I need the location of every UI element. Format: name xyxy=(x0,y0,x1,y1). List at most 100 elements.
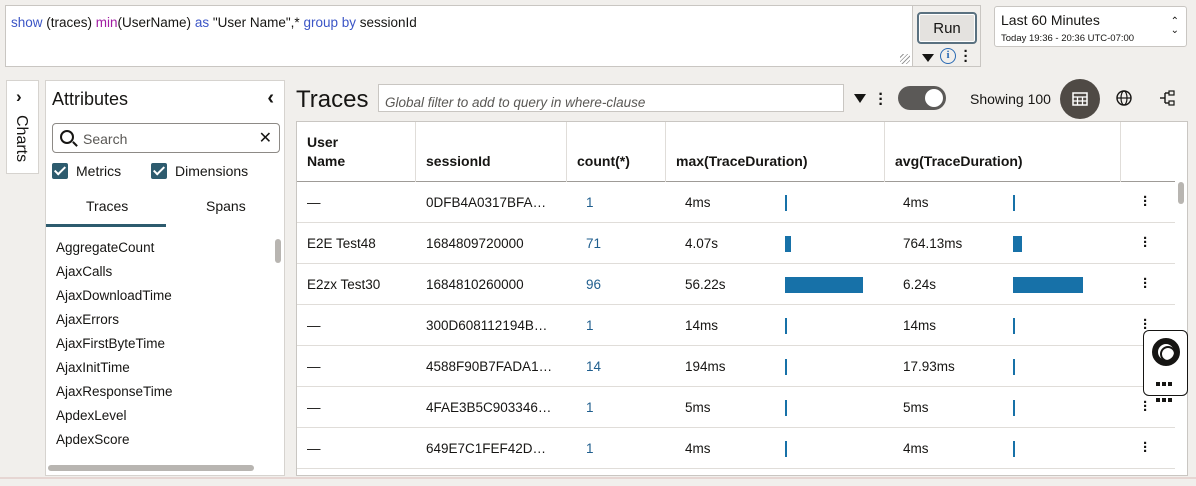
column-header-max-duration[interactable]: max(TraceDuration) xyxy=(666,122,885,182)
column-header-label: max(TraceDuration) xyxy=(676,153,808,169)
charts-side-tab[interactable]: › Charts xyxy=(6,80,39,174)
avg-duration-cell: 17.93ms xyxy=(903,359,955,374)
column-header-session-id[interactable]: sessionId xyxy=(416,122,567,182)
table-row[interactable]: E2E Test48 1684809720000 71 4.07s 764.13ms · ·… xyxy=(297,223,1175,264)
count-link[interactable]: 1 xyxy=(586,195,594,210)
table-row[interactable]: — 649E7C1FEF42D… 1 4ms 4ms · · · xyxy=(297,428,1175,469)
tab-spans[interactable]: Spans xyxy=(206,198,246,214)
page-bottom-border xyxy=(0,477,1196,479)
count-link[interactable]: 96 xyxy=(586,277,601,292)
query-token: group by xyxy=(303,15,356,30)
query-token: sessionId xyxy=(355,15,417,30)
tree-icon[interactable] xyxy=(1159,90,1175,106)
avg-duration-bar xyxy=(1013,195,1015,211)
row-actions-menu-icon[interactable]: ··· xyxy=(1143,313,1148,336)
table-row[interactable]: — 300D608112194B… 1 14ms 14ms · · · xyxy=(297,305,1175,346)
column-header-label: avg(TraceDuration) xyxy=(895,153,1023,169)
count-link[interactable]: 14 xyxy=(586,359,601,374)
count-link[interactable]: 1 xyxy=(586,441,594,456)
attribute-list-item[interactable]: AjaxDownloadTime xyxy=(56,287,173,311)
table-scrollbar[interactable] xyxy=(1178,182,1184,204)
run-more-menu-icon[interactable]: · · · xyxy=(963,44,969,69)
max-duration-cell: 4ms xyxy=(685,195,711,210)
attribute-list-item[interactable]: ApdexLevel xyxy=(56,407,173,431)
column-header-avg-duration[interactable]: avg(TraceDuration) xyxy=(885,122,1121,182)
dimensions-checkbox[interactable]: Dimensions xyxy=(151,163,248,179)
avg-duration-cell: 6.24s xyxy=(903,277,937,292)
attribute-list-scrollbar[interactable] xyxy=(275,239,281,263)
avg-duration-bar xyxy=(1013,236,1022,252)
info-icon[interactable]: i xyxy=(940,48,956,64)
count-link[interactable]: 1 xyxy=(586,318,594,333)
collapse-chevron-left-icon[interactable]: ‹ xyxy=(267,87,274,110)
run-options-dropdown-icon[interactable] xyxy=(922,54,934,62)
attribute-list-item[interactable]: AjaxErrors xyxy=(56,311,173,335)
toggle-switch[interactable] xyxy=(898,86,946,110)
attribute-list-item[interactable]: AjaxFirstByteTime xyxy=(56,335,173,359)
run-button[interactable]: Run xyxy=(917,12,977,44)
table-row[interactable]: — 4FAE3B5C903346… 1 5ms 5ms · · · xyxy=(297,387,1175,428)
attribute-list-item[interactable]: AjaxCalls xyxy=(56,263,173,287)
checkbox-checked-icon[interactable] xyxy=(52,163,68,179)
global-filter-placeholder: Global filter to add to query in where-c… xyxy=(385,95,646,110)
attribute-list-item[interactable]: AggregateCount xyxy=(56,239,173,263)
attribute-search-input[interactable]: Search ✕ xyxy=(52,123,280,153)
max-duration-cell: 4ms xyxy=(685,441,711,456)
avg-duration-cell: 5ms xyxy=(903,400,929,415)
table-row[interactable]: — 0DFB4A0317BFA… 1 4ms 4ms · · · xyxy=(297,182,1175,223)
global-filter-input[interactable]: Global filter to add to query in where-c… xyxy=(378,84,844,112)
column-header-count[interactable]: count(*) xyxy=(567,122,666,182)
max-duration-bar xyxy=(785,359,787,375)
attribute-list-hscrollbar[interactable] xyxy=(48,465,254,471)
attributes-panel: Attributes ‹ Search ✕ Metrics Dimensions… xyxy=(45,80,285,476)
user-name-cell: — xyxy=(307,359,321,374)
traces-table: User Name sessionId count(*) max(TraceDur… xyxy=(296,121,1188,476)
max-duration-cell: 56.22s xyxy=(685,277,726,292)
avg-duration-bar xyxy=(1013,359,1015,375)
query-token: (UserName) xyxy=(117,15,195,30)
attribute-list-item[interactable]: AjaxInitTime xyxy=(56,359,173,383)
max-duration-bar xyxy=(785,400,787,416)
attribute-list-item[interactable]: AjaxResponseTime xyxy=(56,383,173,407)
globe-icon[interactable] xyxy=(1116,90,1132,106)
session-id-cell: 4588F90B7FADA1… xyxy=(426,359,553,374)
query-text[interactable]: show (traces) min(UserName) as "User Nam… xyxy=(11,15,417,30)
query-editor[interactable]: show (traces) min(UserName) as "User Nam… xyxy=(5,5,913,67)
apps-grid-icon[interactable] xyxy=(1156,375,1178,407)
query-token: min xyxy=(95,15,118,30)
time-range-selector[interactable]: Last 60 Minutes Today 19:36 - 20:36 UTC-… xyxy=(994,6,1187,47)
table-row[interactable]: —4588F90B7FADA1…14194ms17.93ms··· xyxy=(297,346,1175,387)
table-icon xyxy=(1072,92,1088,106)
row-actions-menu-icon[interactable]: ··· xyxy=(1143,272,1148,295)
count-link[interactable]: 71 xyxy=(586,236,601,251)
charts-tab-label: Charts xyxy=(13,115,30,163)
max-duration-bar xyxy=(785,318,787,334)
avg-duration-bar xyxy=(1013,318,1015,334)
table-row[interactable]: E2zx Test30 1684810260000 96 56.22s 6.24s · · · xyxy=(297,264,1175,305)
row-actions-menu-icon[interactable]: ··· xyxy=(1143,231,1148,254)
count-link[interactable]: 1 xyxy=(586,400,594,415)
table-header: User Name sessionId count(*) max(TraceDur… xyxy=(297,122,1175,182)
column-header-label: sessionId xyxy=(426,153,491,169)
attribute-list-item[interactable]: ApdexScore xyxy=(56,431,173,455)
help-lifebuoy-icon[interactable] xyxy=(1152,338,1180,366)
column-header-label: count(*) xyxy=(577,153,630,169)
checkbox-checked-icon[interactable] xyxy=(151,163,167,179)
clear-search-icon[interactable]: ✕ xyxy=(259,128,272,148)
session-id-cell: 0DFB4A0317BFA… xyxy=(426,195,547,210)
resize-handle-icon[interactable] xyxy=(900,54,910,64)
metrics-checkbox[interactable]: Metrics xyxy=(52,163,121,179)
column-header-user-name[interactable]: User Name xyxy=(297,122,416,182)
user-name-cell: — xyxy=(307,318,321,333)
row-actions-menu-icon[interactable]: ··· xyxy=(1143,395,1148,418)
row-actions-menu-icon[interactable]: ··· xyxy=(1143,190,1148,213)
tab-traces[interactable]: Traces xyxy=(86,198,128,214)
chevron-right-icon[interactable]: › xyxy=(16,87,22,107)
avg-duration-cell: 4ms xyxy=(903,195,929,210)
help-widget[interactable] xyxy=(1143,330,1188,402)
max-duration-bar xyxy=(785,441,787,457)
filter-more-menu-icon[interactable]: · · · xyxy=(878,87,884,113)
row-actions-menu-icon[interactable]: ··· xyxy=(1143,436,1148,459)
table-view-button[interactable] xyxy=(1060,79,1100,119)
filter-dropdown-icon[interactable] xyxy=(854,94,866,103)
